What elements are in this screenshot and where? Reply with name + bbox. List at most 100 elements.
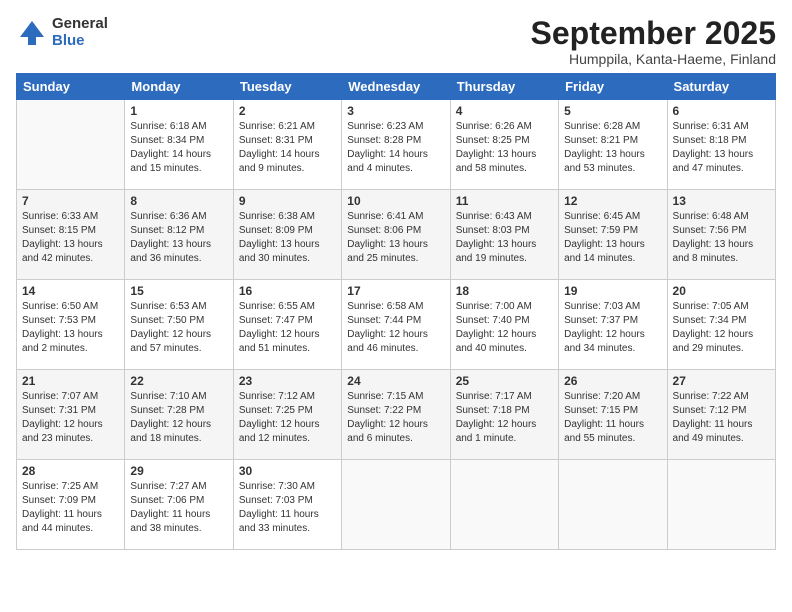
day-cell: 24 Sunrise: 7:15 AM Sunset: 7:22 PM Dayli… <box>342 370 450 460</box>
day-cell: 19Sunrise: 7:03 AM Sunset: 7:37 PM Dayli… <box>559 280 667 370</box>
day-number: 29 <box>130 464 227 478</box>
day-detail: Sunrise: 6:38 AM Sunset: 8:09 PM Dayligh… <box>239 210 336 266</box>
day-number: 24 <box>347 374 444 388</box>
day-number: 22 <box>130 374 227 388</box>
day-cell: 27 Sunrise: 7:22 AM Sunset: 7:12 PM Dayli… <box>667 370 775 460</box>
page-header: General Blue September 2025 Humppila, Ka… <box>16 16 776 67</box>
day-number: 28 <box>22 464 119 478</box>
day-number: 17 <box>347 284 444 298</box>
day-detail: Sunrise: 6:26 AM Sunset: 8:25 PM Dayligh… <box>456 120 553 176</box>
day-detail: Sunrise: 6:50 AM Sunset: 7:53 PM Dayligh… <box>22 300 119 356</box>
day-detail: Sunrise: 7:03 AM Sunset: 7:37 PM Dayligh… <box>564 300 661 356</box>
logo-general: General <box>52 16 108 33</box>
day-cell: 5Sunrise: 6:28 AM Sunset: 8:21 PM Daylig… <box>559 100 667 190</box>
day-cell: 10 Sunrise: 6:41 AM Sunset: 8:06 PM Dayli… <box>342 190 450 280</box>
calendar-header: SundayMondayTuesdayWednesdayThursdayFrid… <box>17 74 776 100</box>
day-detail: Sunrise: 7:17 AM Sunset: 7:18 PM Dayligh… <box>456 390 553 446</box>
header-cell-saturday: Saturday <box>667 74 775 100</box>
day-detail: Sunrise: 7:20 AM Sunset: 7:15 PM Dayligh… <box>564 390 661 446</box>
day-detail: Sunrise: 6:48 AM Sunset: 7:56 PM Dayligh… <box>673 210 770 266</box>
day-cell <box>450 460 558 550</box>
day-detail: Sunrise: 6:45 AM Sunset: 7:59 PM Dayligh… <box>564 210 661 266</box>
logo: General Blue <box>16 16 108 49</box>
week-row-3: 14 Sunrise: 6:50 AM Sunset: 7:53 PM Dayli… <box>17 280 776 370</box>
day-detail: Sunrise: 6:23 AM Sunset: 8:28 PM Dayligh… <box>347 120 444 176</box>
day-detail: Sunrise: 6:36 AM Sunset: 8:12 PM Dayligh… <box>130 210 227 266</box>
day-detail: Sunrise: 7:22 AM Sunset: 7:12 PM Dayligh… <box>673 390 770 446</box>
day-cell: 29 Sunrise: 7:27 AM Sunset: 7:06 PM Dayli… <box>125 460 233 550</box>
day-detail: Sunrise: 6:18 AM Sunset: 8:34 PM Dayligh… <box>130 120 227 176</box>
day-number: 10 <box>347 194 444 208</box>
week-row-4: 21 Sunrise: 7:07 AM Sunset: 7:31 PM Dayli… <box>17 370 776 460</box>
day-cell: 6 Sunrise: 6:31 AM Sunset: 8:18 PM Daylig… <box>667 100 775 190</box>
day-detail: Sunrise: 6:43 AM Sunset: 8:03 PM Dayligh… <box>456 210 553 266</box>
day-cell: 1 Sunrise: 6:18 AM Sunset: 8:34 PM Daylig… <box>125 100 233 190</box>
header-cell-friday: Friday <box>559 74 667 100</box>
header-cell-thursday: Thursday <box>450 74 558 100</box>
day-cell: 21 Sunrise: 7:07 AM Sunset: 7:31 PM Dayli… <box>17 370 125 460</box>
day-detail: Sunrise: 6:41 AM Sunset: 8:06 PM Dayligh… <box>347 210 444 266</box>
day-number: 7 <box>22 194 119 208</box>
day-number: 27 <box>673 374 770 388</box>
header-cell-tuesday: Tuesday <box>233 74 341 100</box>
logo-text: General Blue <box>52 16 108 49</box>
day-number: 2 <box>239 104 336 118</box>
day-cell: 11 Sunrise: 6:43 AM Sunset: 8:03 PM Dayli… <box>450 190 558 280</box>
day-cell: 23 Sunrise: 7:12 AM Sunset: 7:25 PM Dayli… <box>233 370 341 460</box>
day-number: 12 <box>564 194 661 208</box>
day-cell: 12 Sunrise: 6:45 AM Sunset: 7:59 PM Dayli… <box>559 190 667 280</box>
day-number: 30 <box>239 464 336 478</box>
day-cell: 4 Sunrise: 6:26 AM Sunset: 8:25 PM Daylig… <box>450 100 558 190</box>
day-number: 25 <box>456 374 553 388</box>
day-detail: Sunrise: 7:15 AM Sunset: 7:22 PM Dayligh… <box>347 390 444 446</box>
day-number: 14 <box>22 284 119 298</box>
day-detail: Sunrise: 7:00 AM Sunset: 7:40 PM Dayligh… <box>456 300 553 356</box>
subtitle: Humppila, Kanta-Haeme, Finland <box>531 51 776 67</box>
day-number: 23 <box>239 374 336 388</box>
day-number: 15 <box>130 284 227 298</box>
header-cell-wednesday: Wednesday <box>342 74 450 100</box>
day-number: 4 <box>456 104 553 118</box>
day-detail: Sunrise: 6:58 AM Sunset: 7:44 PM Dayligh… <box>347 300 444 356</box>
day-detail: Sunrise: 6:53 AM Sunset: 7:50 PM Dayligh… <box>130 300 227 356</box>
day-number: 1 <box>130 104 227 118</box>
day-cell <box>559 460 667 550</box>
title-block: September 2025 Humppila, Kanta-Haeme, Fi… <box>531 16 776 67</box>
day-number: 16 <box>239 284 336 298</box>
day-cell <box>17 100 125 190</box>
day-cell: 9Sunrise: 6:38 AM Sunset: 8:09 PM Daylig… <box>233 190 341 280</box>
day-number: 21 <box>22 374 119 388</box>
day-detail: Sunrise: 7:27 AM Sunset: 7:06 PM Dayligh… <box>130 480 227 536</box>
day-cell: 3 Sunrise: 6:23 AM Sunset: 8:28 PM Daylig… <box>342 100 450 190</box>
day-detail: Sunrise: 7:05 AM Sunset: 7:34 PM Dayligh… <box>673 300 770 356</box>
day-cell: 8Sunrise: 6:36 AM Sunset: 8:12 PM Daylig… <box>125 190 233 280</box>
header-cell-monday: Monday <box>125 74 233 100</box>
day-number: 11 <box>456 194 553 208</box>
day-cell: 18 Sunrise: 7:00 AM Sunset: 7:40 PM Dayli… <box>450 280 558 370</box>
day-number: 18 <box>456 284 553 298</box>
day-detail: Sunrise: 6:55 AM Sunset: 7:47 PM Dayligh… <box>239 300 336 356</box>
day-detail: Sunrise: 6:31 AM Sunset: 8:18 PM Dayligh… <box>673 120 770 176</box>
calendar-body: 1 Sunrise: 6:18 AM Sunset: 8:34 PM Daylig… <box>17 100 776 550</box>
day-detail: Sunrise: 7:25 AM Sunset: 7:09 PM Dayligh… <box>22 480 119 536</box>
day-cell: 25 Sunrise: 7:17 AM Sunset: 7:18 PM Dayli… <box>450 370 558 460</box>
day-detail: Sunrise: 7:30 AM Sunset: 7:03 PM Dayligh… <box>239 480 336 536</box>
day-number: 6 <box>673 104 770 118</box>
day-detail: Sunrise: 7:12 AM Sunset: 7:25 PM Dayligh… <box>239 390 336 446</box>
day-cell: 28 Sunrise: 7:25 AM Sunset: 7:09 PM Dayli… <box>17 460 125 550</box>
month-title: September 2025 <box>531 16 776 51</box>
day-cell: 2Sunrise: 6:21 AM Sunset: 8:31 PM Daylig… <box>233 100 341 190</box>
logo-blue: Blue <box>52 33 108 50</box>
day-cell: 13Sunrise: 6:48 AM Sunset: 7:56 PM Dayli… <box>667 190 775 280</box>
day-number: 3 <box>347 104 444 118</box>
day-detail: Sunrise: 6:33 AM Sunset: 8:15 PM Dayligh… <box>22 210 119 266</box>
day-detail: Sunrise: 7:07 AM Sunset: 7:31 PM Dayligh… <box>22 390 119 446</box>
day-detail: Sunrise: 7:10 AM Sunset: 7:28 PM Dayligh… <box>130 390 227 446</box>
day-number: 20 <box>673 284 770 298</box>
day-cell: 17 Sunrise: 6:58 AM Sunset: 7:44 PM Dayli… <box>342 280 450 370</box>
header-cell-sunday: Sunday <box>17 74 125 100</box>
day-cell: 26Sunrise: 7:20 AM Sunset: 7:15 PM Dayli… <box>559 370 667 460</box>
day-cell: 20 Sunrise: 7:05 AM Sunset: 7:34 PM Dayli… <box>667 280 775 370</box>
week-row-2: 7 Sunrise: 6:33 AM Sunset: 8:15 PM Daylig… <box>17 190 776 280</box>
day-cell: 16 Sunrise: 6:55 AM Sunset: 7:47 PM Dayli… <box>233 280 341 370</box>
